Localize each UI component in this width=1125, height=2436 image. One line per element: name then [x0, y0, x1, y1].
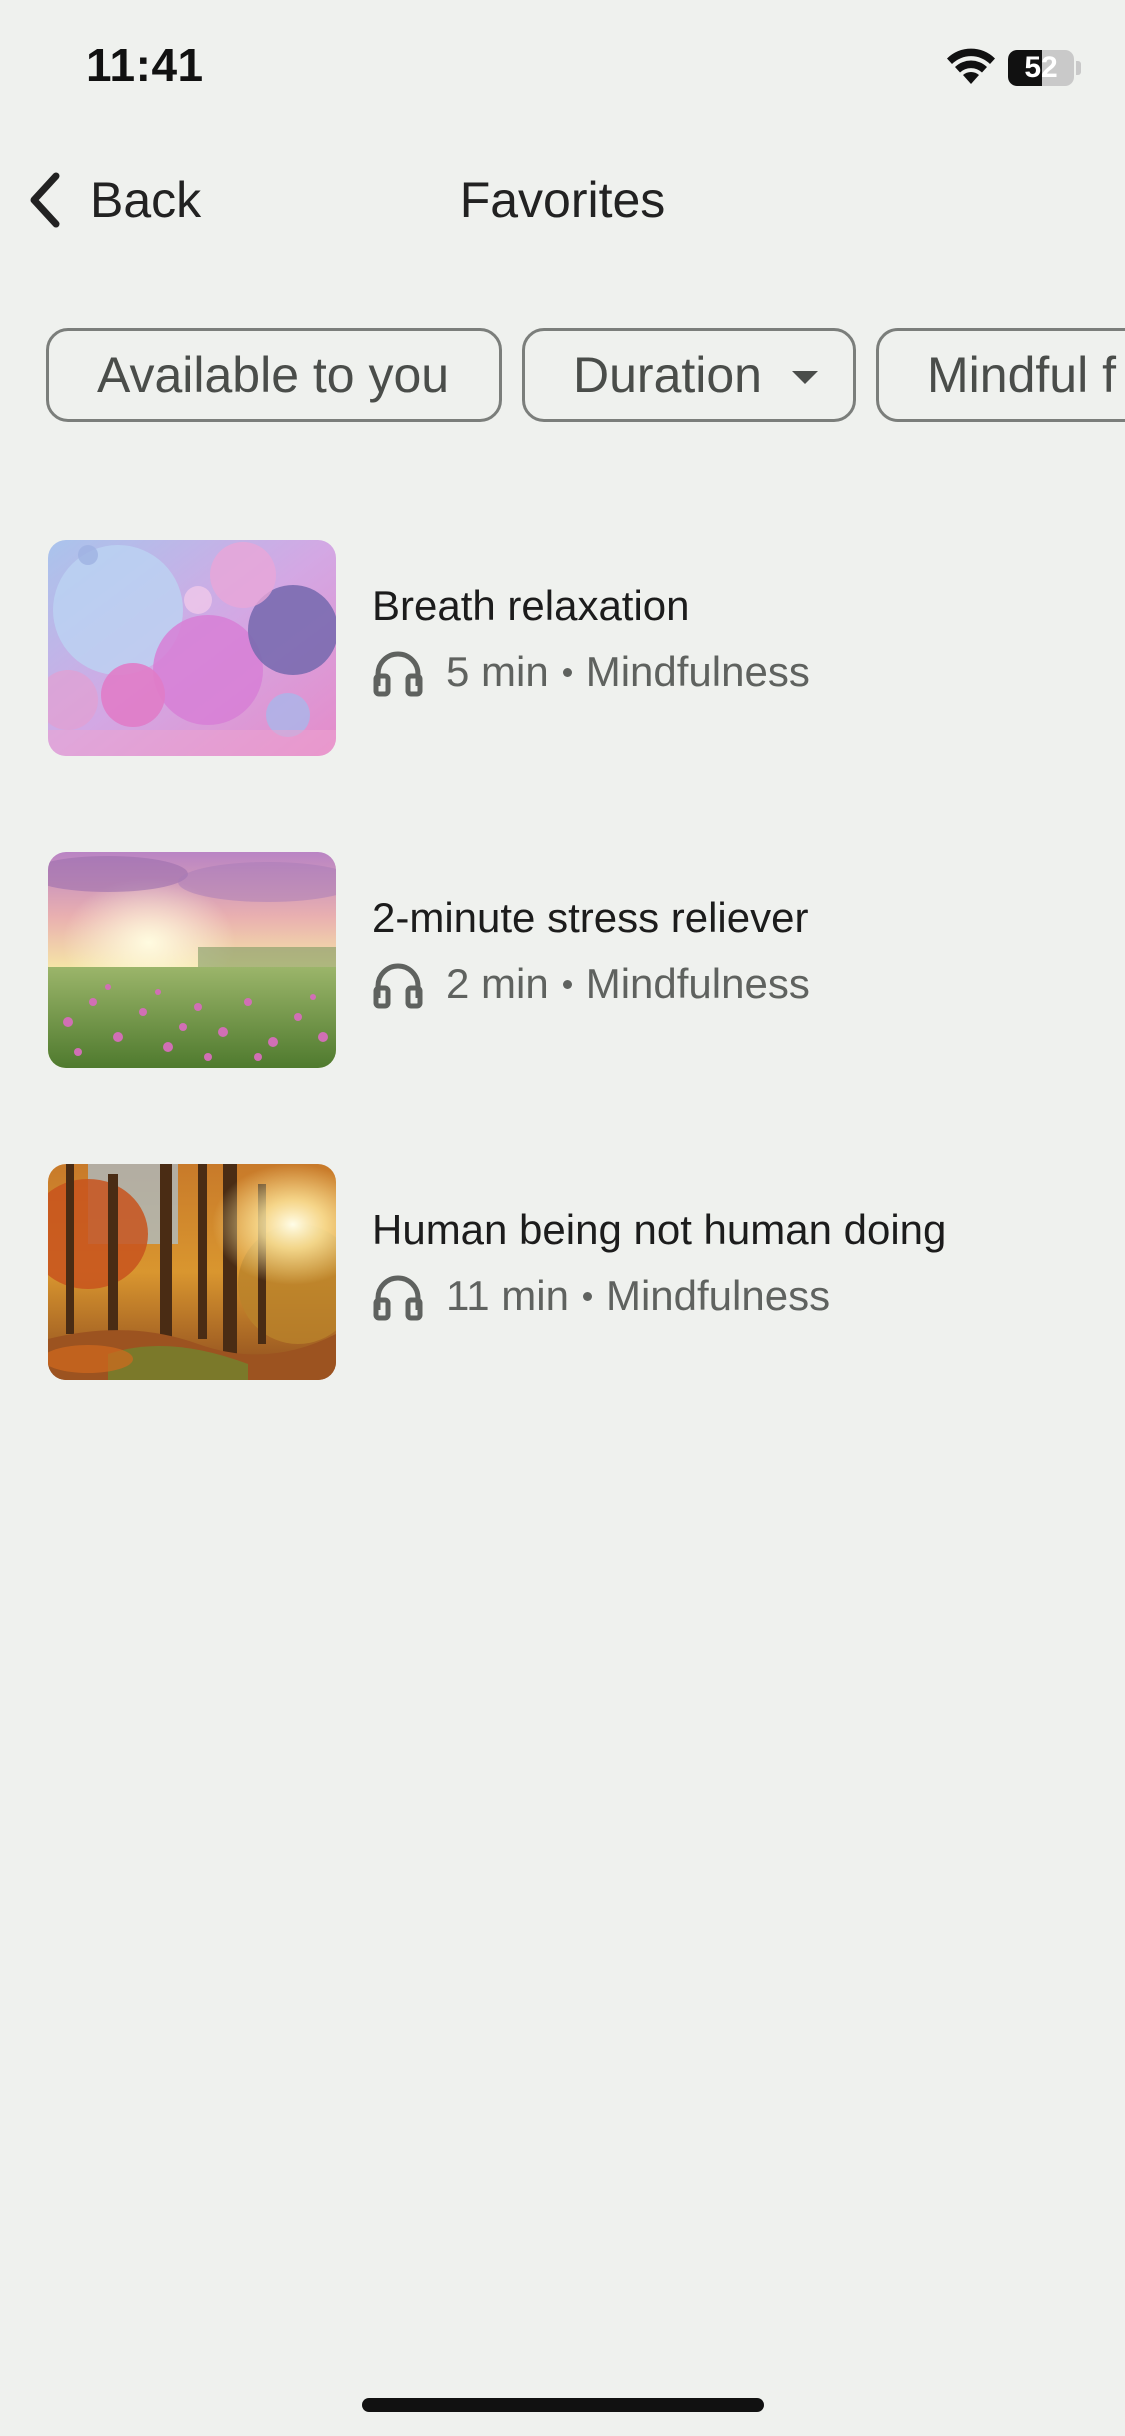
item-meta: 2 min Mindfulness: [372, 954, 810, 1014]
item-category: Mindfulness: [605, 1272, 831, 1319]
home-indicator[interactable]: [362, 2398, 764, 2412]
item-duration: 11 min: [446, 1272, 569, 1319]
separator-dot: [562, 667, 572, 677]
status-bar: 11:41 52: [0, 0, 1125, 140]
filter-chip-label: Available to you: [97, 347, 450, 403]
thumbnail-meadow: [48, 852, 336, 1068]
item-title: Human being not human doing: [372, 1206, 947, 1253]
list-item[interactable]: 2-minute stress reliever 2 min Mindfulne…: [0, 850, 1125, 1068]
item-meta: 5 min Mindfulness: [372, 642, 810, 702]
item-duration: 2 min: [446, 960, 549, 1007]
item-duration: 5 min: [446, 648, 549, 695]
item-category: Mindfulness: [585, 960, 810, 1007]
headphones-icon: [373, 1275, 423, 1321]
page-title: Favorites: [459, 172, 666, 228]
status-time: 11:41: [86, 39, 204, 91]
dropdown-arrow-icon: [792, 370, 818, 384]
battery-nub: [1076, 61, 1081, 75]
headphones-icon: [373, 651, 423, 697]
filter-chip-duration[interactable]: Duration: [522, 328, 856, 422]
separator-dot: [562, 979, 572, 989]
item-title: 2-minute stress reliever: [372, 894, 809, 941]
thumbnail-forest: [48, 1164, 336, 1380]
item-category: Mindfulness: [585, 648, 810, 695]
thumbnail-bubbles: [48, 540, 336, 756]
separator-dot: [582, 1291, 592, 1301]
wifi-icon: [947, 48, 995, 84]
filter-chip-label: Mindful f: [927, 347, 1116, 403]
filter-chip-label: Duration: [573, 347, 762, 403]
list-item[interactable]: Human being not human doing 11 min Mindf…: [0, 1162, 1125, 1380]
item-meta: 11 min Mindfulness: [372, 1266, 830, 1326]
filter-chip-mindful[interactable]: Mindful f: [876, 328, 1125, 422]
filter-chip-row: Available to you Duration Mindful f: [0, 328, 1125, 428]
battery-icon: 52: [1008, 50, 1074, 86]
headphones-icon: [373, 963, 423, 1009]
filter-chip-available[interactable]: Available to you: [46, 328, 502, 422]
nav-header: Back Favorites: [0, 150, 1125, 250]
item-title: Breath relaxation: [372, 582, 690, 629]
list-item[interactable]: Breath relaxation 5 min Mindfulness: [0, 538, 1125, 756]
battery-level: 52: [1024, 51, 1058, 84]
